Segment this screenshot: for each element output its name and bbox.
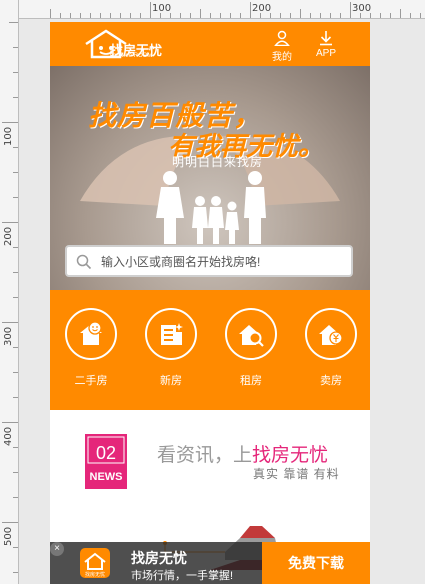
horizontal-ruler: 100 200 300 xyxy=(0,0,425,19)
app-download-button[interactable]: APP xyxy=(306,30,346,64)
ruler-label: 300 xyxy=(3,326,14,346)
user-icon xyxy=(274,30,290,46)
ruler-label: 500 xyxy=(3,526,14,546)
ruler-label: 400 xyxy=(3,426,14,446)
hero-subtitle: 明明白白来找房 xyxy=(172,155,264,169)
vertical-ruler: 100 200 300 400 500 xyxy=(0,0,19,584)
banner-title: 找房无忧 xyxy=(131,550,187,566)
house-smile-icon xyxy=(65,308,117,360)
news-badge-icon: 02 NEWS xyxy=(85,434,127,489)
news-section[interactable]: 02 NEWS 看资讯，上找房无忧 真实 靠谱 有料 xyxy=(50,410,370,510)
app-label: APP xyxy=(315,48,336,59)
nav-label: 二手房 xyxy=(74,375,108,387)
news-badge-text: NEWS xyxy=(90,471,123,483)
nav-item-rent[interactable]: 租房 xyxy=(221,308,281,388)
search-input[interactable] xyxy=(99,251,343,273)
nav-label: 卖房 xyxy=(320,375,342,387)
download-icon xyxy=(320,31,332,46)
free-download-button[interactable]: 免费下载 xyxy=(262,542,370,584)
close-icon[interactable]: × xyxy=(50,542,64,556)
search-icon[interactable] xyxy=(76,254,92,270)
ruler-label: 200 xyxy=(252,3,272,14)
nav-item-sell[interactable]: 卖房 xyxy=(301,308,361,388)
my-label: 我的 xyxy=(272,52,292,63)
mobile-page: 找房无忧 carefree ROOM 我的 APP 找房百般苦， 有我再无忧。 … xyxy=(50,22,370,584)
app-logo-text: 找房无忧 xyxy=(85,571,105,578)
app-promo-banner: × 找房无忧 找房无忧 市场行情，一手掌握! 免费下载 xyxy=(50,542,370,584)
banner-subtitle: 市场行情，一手掌握! xyxy=(131,570,234,582)
ruler-label: 300 xyxy=(352,3,372,14)
category-nav: 二手房 新房 租房 卖房 xyxy=(50,290,370,410)
rent-search-icon xyxy=(225,308,277,360)
header-bar: 找房无忧 carefree ROOM 我的 APP xyxy=(50,22,370,66)
logo-tagline: carefree ROOM xyxy=(110,53,153,59)
my-account-button[interactable]: 我的 xyxy=(262,30,302,64)
search-box[interactable] xyxy=(65,245,353,277)
news-headline-brand: 找房无忧 xyxy=(252,445,329,466)
nav-label: 租房 xyxy=(240,375,262,387)
new-building-icon xyxy=(145,308,197,360)
news-headline: 看资讯，上找房无忧 xyxy=(157,440,328,467)
ruler-label: 100 xyxy=(3,126,14,146)
nav-item-new-house[interactable]: 新房 xyxy=(141,308,201,388)
sell-money-icon xyxy=(305,308,357,360)
ruler-label: 200 xyxy=(3,226,14,246)
news-headline-prefix: 看资讯，上 xyxy=(157,445,253,466)
news-tagline: 真实 靠谱 有料 xyxy=(253,467,340,481)
nav-item-second-hand[interactable]: 二手房 xyxy=(61,308,121,388)
nav-label: 新房 xyxy=(160,375,182,387)
news-badge-number: 02 xyxy=(96,443,116,463)
ruler-label: 100 xyxy=(152,3,172,14)
app-logo-icon: 找房无忧 xyxy=(80,548,110,578)
